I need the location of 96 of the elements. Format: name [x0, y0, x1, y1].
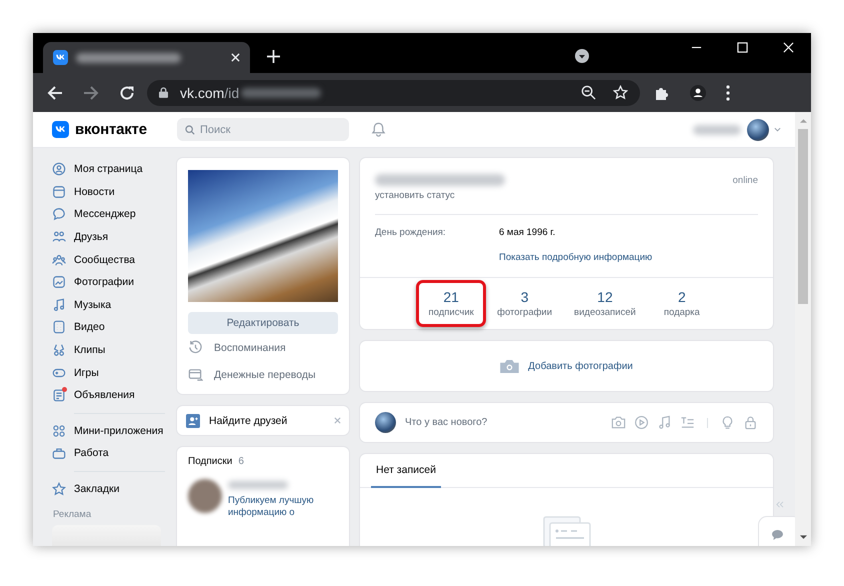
section-title[interactable]: Подписки	[188, 456, 232, 467]
plus-icon[interactable]	[267, 50, 280, 63]
maximize-icon[interactable]	[737, 42, 748, 53]
add-user-icon	[186, 414, 200, 428]
field-label: День рождения:	[375, 227, 447, 240]
music-note-icon	[52, 298, 66, 312]
counter[interactable]: 21 подписчик	[416, 280, 486, 327]
counter[interactable]: 2 подарка	[646, 280, 717, 327]
chevron-down-icon[interactable]	[774, 127, 781, 132]
reload-icon[interactable]	[119, 84, 135, 100]
grid-icon	[52, 424, 66, 438]
status-link[interactable]: установить статус	[375, 190, 758, 204]
url-text: vk.com/id	[180, 84, 240, 100]
section-label: Реклама	[53, 508, 92, 522]
search-field[interactable]: Поиск	[177, 118, 349, 141]
sidebar-item[interactable]: Работа	[52, 442, 165, 465]
counter-label: фотографии	[497, 307, 552, 318]
lock-icon[interactable]	[743, 415, 758, 430]
search-icon	[185, 124, 195, 134]
picture-icon	[52, 275, 66, 290]
lock-icon	[159, 87, 168, 98]
clips-icon	[52, 343, 66, 358]
profile-icon[interactable]	[690, 84, 706, 100]
find-friends-text[interactable]: Найдите друзей	[209, 414, 288, 426]
forward-icon	[83, 84, 99, 100]
newspaper-icon	[52, 184, 66, 199]
counter-label: подписчик	[428, 307, 474, 318]
counter-value: 12	[597, 289, 613, 305]
community-description: Публикуем лучшую информацию о	[228, 495, 315, 519]
sidebar-item[interactable]: Мессенджер	[52, 203, 165, 226]
redacted-name	[228, 481, 288, 489]
speech-bubble-icon	[52, 207, 66, 222]
film-icon	[52, 320, 66, 334]
logo-text[interactable]: вконтакте	[75, 121, 147, 138]
menu-item[interactable]: Денежные переводы	[188, 361, 338, 388]
counter-value: 21	[443, 289, 459, 305]
details-link[interactable]: Показать подробную информацию	[499, 252, 652, 277]
classifieds-icon	[52, 388, 66, 402]
zoom-out-icon[interactable]	[581, 85, 596, 100]
bell-icon[interactable]	[371, 122, 386, 137]
star-icon	[52, 482, 66, 496]
sidebar-item[interactable]: Игры	[52, 361, 165, 384]
counter-value: 3	[520, 289, 528, 305]
camera-icon	[500, 360, 520, 372]
counter-value: 2	[678, 289, 686, 305]
sidebar-item[interactable]: Закладки	[52, 478, 165, 500]
menu-item[interactable]: Воспоминания	[188, 334, 338, 361]
avatar-image[interactable]	[747, 118, 769, 140]
avatar-image	[375, 412, 396, 433]
sidebar-item[interactable]: Сообщества	[52, 248, 165, 271]
community-avatar[interactable]	[188, 479, 222, 513]
sidebar-item[interactable]: Видео	[52, 316, 165, 339]
edit-button[interactable]: Редактировать	[188, 312, 338, 334]
sidebar-item[interactable]: Фотографии	[52, 270, 165, 294]
dropdown-icon[interactable]	[575, 49, 589, 63]
count-text: 6	[238, 456, 244, 467]
sidebar-item[interactable]: Моя страница	[52, 158, 165, 181]
add-photos-text: Добавить фотографии	[528, 360, 633, 372]
counter-label: видеозаписей	[574, 307, 636, 318]
star-icon[interactable]	[613, 85, 628, 100]
people-icon	[52, 230, 66, 244]
redacted-name	[693, 124, 741, 134]
group-icon	[52, 252, 66, 267]
sidebar-item[interactable]: Друзья	[52, 226, 165, 248]
address-bar[interactable]: vk.com/id	[147, 80, 640, 106]
back-icon[interactable]	[47, 84, 63, 100]
scroll-down-icon[interactable]	[800, 535, 806, 540]
speech-bubble-icon	[772, 530, 782, 540]
sidebar-item[interactable]: Новости	[52, 180, 165, 204]
scrollbar[interactable]	[795, 112, 811, 546]
card-transfer-icon	[188, 367, 203, 382]
music-icon[interactable]	[657, 415, 672, 430]
add-photos-card[interactable]: Добавить фотографии	[360, 341, 773, 391]
profile-photo[interactable]	[188, 170, 338, 302]
sidebar-item[interactable]: Объявления	[52, 384, 165, 407]
sidebar-item[interactable]: Клипы	[52, 338, 165, 362]
sidebar-item[interactable]: Музыка	[52, 294, 165, 316]
browser-tab[interactable]	[43, 42, 250, 73]
counter-label: подарка	[664, 307, 700, 318]
vk-logo-icon	[53, 50, 68, 65]
user-circle-icon	[52, 162, 66, 176]
lightbulb-icon[interactable]	[720, 415, 735, 430]
scroll-up-icon[interactable]	[800, 118, 806, 123]
sidebar-item[interactable]: Мини-приложения	[52, 420, 165, 442]
tab[interactable]: Нет записей	[371, 454, 441, 488]
camera-icon[interactable]	[611, 415, 626, 430]
briefcase-icon	[52, 446, 66, 460]
vk-logo-icon[interactable]	[52, 121, 69, 138]
counter[interactable]: 3 фотографии	[486, 280, 564, 327]
history-icon	[188, 340, 203, 355]
online-status: online	[732, 174, 758, 186]
text-format-icon[interactable]	[680, 415, 695, 430]
counter[interactable]: 12 видеозаписей	[563, 280, 647, 327]
play-icon[interactable]	[634, 415, 649, 430]
menu-icon[interactable]	[726, 84, 730, 100]
field-value: 6 мая 1996 г.	[499, 227, 556, 240]
